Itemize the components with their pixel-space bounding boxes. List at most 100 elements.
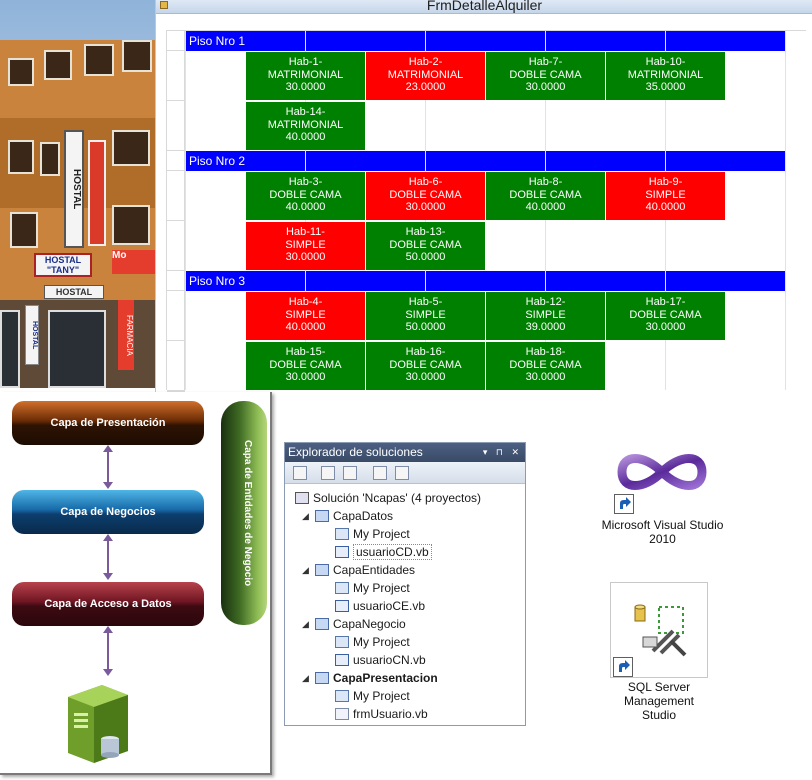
room-price: 35.0000 [645,81,686,93]
file-label: usuarioCN.vb [353,653,426,667]
class-diagram-button[interactable] [395,466,409,480]
room-cell[interactable]: Hab-17- DOBLE CAMA 30.0000 [606,292,725,340]
room-cell[interactable]: Hab-1- MATRIMONIAL 30.0000 [246,52,365,100]
file-label: usuarioCD.vb [353,544,432,560]
room-type: DOBLE CAMA [269,188,342,201]
properties-button[interactable] [293,466,307,480]
sql-server-shortcut[interactable]: SQL Server Management Studio [610,582,708,724]
file-label: My Project [353,527,410,541]
room-cell[interactable]: Hab-3- DOBLE CAMA 40.0000 [246,172,365,220]
bidirectional-arrow [103,626,113,676]
room-cell[interactable]: Hab-14- MATRIMONIAL 40.0000 [246,102,365,150]
visual-studio-shortcut[interactable]: Microsoft Visual Studio 2010 [600,442,725,552]
collapse-triangle-icon[interactable]: ◢ [302,507,309,525]
tree-project-node[interactable]: ◢ CapaNegocio [302,615,406,633]
tree-file-node[interactable]: usuarioCN.vb [335,651,426,669]
room-cell[interactable]: Hab-18- DOBLE CAMA 30.0000 [486,342,605,390]
room-type: DOBLE CAMA [629,308,702,321]
room-cell[interactable]: Hab-15- DOBLE CAMA 30.0000 [246,342,365,390]
room-name: Hab-17- [645,296,686,308]
room-cell[interactable]: Hab-11- SIMPLE 30.0000 [246,222,365,270]
room-cell[interactable]: Hab-7- DOBLE CAMA 30.0000 [486,52,605,100]
room-cell[interactable]: Hab-6- DOBLE CAMA 30.0000 [366,172,485,220]
collapse-triangle-icon[interactable]: ◢ [302,615,309,633]
file-label: usuarioCE.vb [353,599,426,613]
room-cell[interactable]: Hab-5- SIMPLE 50.0000 [366,292,485,340]
window-titlebar: FrmDetalleAlquiler [156,0,812,14]
room-cell[interactable]: Hab-9- SIMPLE 40.0000 [606,172,725,220]
tree-project-node[interactable]: ◢ CapaPresentacion [302,669,438,687]
room-name: Hab-10- [645,56,686,68]
room-cell[interactable]: Hab-8- DOBLE CAMA 40.0000 [486,172,605,220]
vb-file-icon [335,654,349,666]
tree-project-node[interactable]: ◢ CapaDatos [302,507,394,525]
room-name: Hab-5- [408,296,443,308]
vb-project-icon [315,672,329,684]
window [10,212,38,248]
row-header[interactable] [167,51,185,101]
row-header[interactable] [167,151,185,171]
hostal-vertical-sign: HOSTAL [64,130,84,248]
row-header[interactable] [167,341,185,391]
tree-file-node[interactable]: frmUsuario.vb [335,705,428,723]
tree-solution-node[interactable]: Solución 'Ncapas' (4 proyectos) [295,489,481,507]
room-cell[interactable]: Hab-16- DOBLE CAMA 30.0000 [366,342,485,390]
room-cell[interactable]: Hab-13- DOBLE CAMA 50.0000 [366,222,485,270]
collapse-triangle-icon[interactable]: ◢ [302,669,309,687]
window [112,205,150,245]
view-code-button[interactable] [373,466,387,480]
solution-label: Solución 'Ncapas' (4 proyectos) [313,491,481,505]
room-cell[interactable]: Hab-2- MATRIMONIAL 23.0000 [366,52,485,100]
project-label: CapaDatos [333,509,394,523]
room-type: MATRIMONIAL [267,68,344,81]
row-header[interactable] [167,291,185,341]
room-price: 30.0000 [285,371,326,383]
room-cell[interactable]: Hab-12- SIMPLE 39.0000 [486,292,605,340]
room-price: 40.0000 [645,201,686,213]
rooms-grid[interactable]: Piso Nro 1 Hab-1- MATRIMONIAL 30.0000 Hab-2-… [166,30,806,392]
floor-header-row: Piso Nro 2 [186,151,786,171]
row-header[interactable] [167,101,185,151]
tree-file-node[interactable]: My Project [335,633,410,651]
room-price: 30.0000 [525,371,566,383]
floor-header-cell [426,31,545,51]
room-price: 30.0000 [285,251,326,263]
room-name: Hab-14- [285,106,326,118]
file-label: frmUsuario.vb [353,707,428,721]
window [44,50,72,80]
tany-text: "TANY" [46,265,80,275]
room-type: SIMPLE [285,238,326,251]
floor-header-row: Piso Nro 3 [186,271,786,291]
collapse-triangle-icon[interactable]: ◢ [302,561,309,579]
panel-window-buttons[interactable]: ▾ ⊓ ✕ [483,443,522,462]
room-cell[interactable]: Hab-10- MATRIMONIAL 35.0000 [606,52,725,100]
window [40,142,60,176]
window-title: FrmDetalleAlquiler [426,0,543,13]
business-entities-layer: Capa de Entidades de Negocio [221,401,267,625]
hostal-text: HOSTAL [44,255,82,265]
room-type: DOBLE CAMA [509,188,582,201]
row-header[interactable] [167,171,185,221]
tree-file-node[interactable]: My Project [335,579,410,597]
floor-header-cell [306,31,425,51]
data-access-layer: Capa de Acceso a Datos [12,582,204,626]
rental-detail-window: FrmDetalleAlquiler Piso Nro 1 Hab-1- MATRI… [155,0,812,432]
tree-file-node[interactable]: usuarioCE.vb [335,597,425,615]
file-label: My Project [353,689,410,703]
grid-column-line [185,31,186,390]
row-header[interactable] [167,271,185,291]
project-label: CapaPresentacion [333,671,438,685]
row-header[interactable] [167,221,185,271]
tree-project-node[interactable]: ◢ CapaEntidades [302,561,415,579]
refresh-button[interactable] [343,466,357,480]
tree-file-node[interactable]: My Project [335,525,410,543]
tree-file-node[interactable]: usuarioCD.vb [335,543,432,561]
sql-server-label: SQL Server Management Studio [623,680,695,722]
row-header[interactable] [167,31,185,51]
tree-file-node[interactable]: My Project [335,687,410,705]
room-cell[interactable]: Hab-4- SIMPLE 40.0000 [246,292,365,340]
room-type: SIMPLE [645,188,686,201]
room-type: DOBLE CAMA [389,238,462,251]
show-all-files-button[interactable] [321,466,335,480]
vb-file-icon [335,546,349,558]
